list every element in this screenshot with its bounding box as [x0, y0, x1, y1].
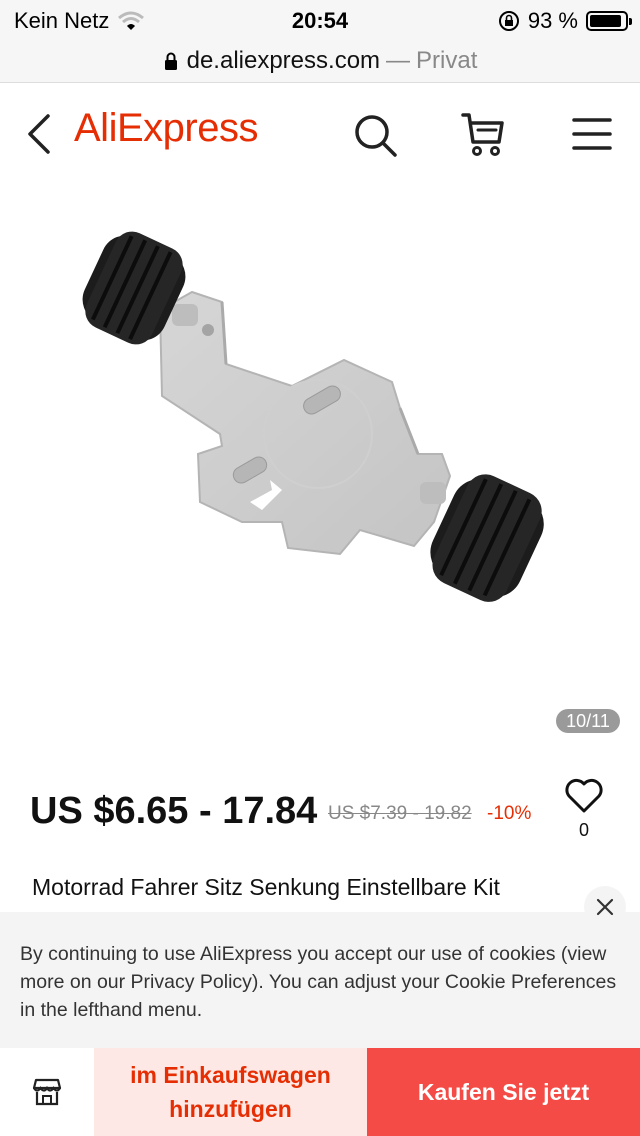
battery-status: 93 % [498, 8, 632, 34]
heart-icon [565, 778, 603, 813]
store-icon [32, 1078, 62, 1106]
discount-badge: -10% [487, 803, 532, 824]
cookie-text: By continuing to use AliExpress you acce… [20, 943, 617, 1021]
product-image [82, 231, 544, 602]
chevron-left-icon[interactable] [22, 112, 58, 156]
bottom-action-bar: im Einkaufswagen hinzufügen Kaufen Sie j… [0, 1048, 640, 1136]
store-button[interactable] [0, 1048, 94, 1136]
cart-icon[interactable] [460, 110, 506, 158]
rotation-lock-icon [498, 11, 519, 31]
original-price: US $7.39 - 19.82 [328, 803, 472, 824]
app-header: AliExpress [0, 84, 640, 184]
add-to-cart-button[interactable]: im Einkaufswagen hinzufügen [94, 1048, 367, 1136]
url-separator: — [386, 47, 411, 74]
product-price: US $6.65 - 17.84 [30, 790, 318, 832]
image-counter-badge: 10/11 [556, 709, 620, 733]
private-mode-label: Privat [416, 47, 478, 74]
hamburger-menu-icon[interactable] [572, 116, 612, 152]
status-bar: Kein Netz 20:54 93 % [0, 0, 640, 40]
close-icon [596, 898, 614, 916]
cookie-close-button[interactable] [584, 886, 626, 928]
search-icon[interactable] [352, 112, 398, 158]
url-bar[interactable]: de.aliexpress.com — Privat [0, 40, 640, 83]
battery-percent: 93 % [527, 8, 578, 33]
wishlist-count: 0 [578, 820, 589, 840]
product-title: Motorrad Fahrer Sitz Senkung Einstellbar… [32, 874, 500, 900]
battery-icon [586, 11, 632, 31]
url-domain: de.aliexpress.com [186, 47, 381, 74]
product-image-carousel[interactable] [0, 184, 640, 744]
aliexpress-logo[interactable]: AliExpress [74, 106, 258, 151]
buy-now-button[interactable]: Kaufen Sie jetzt [367, 1048, 640, 1136]
lock-icon [164, 52, 177, 70]
cookie-banner: By continuing to use AliExpress you acce… [0, 912, 640, 1048]
wishlist-button[interactable]: 0 [562, 778, 606, 848]
